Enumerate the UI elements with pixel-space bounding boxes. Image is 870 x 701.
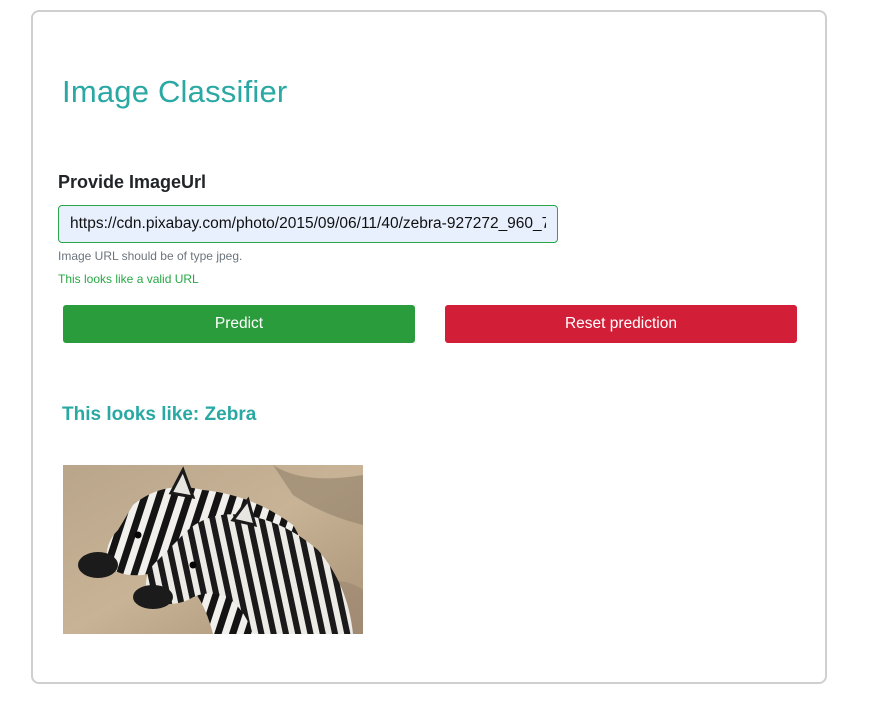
page-title: Image Classifier bbox=[62, 74, 288, 109]
zebra-image bbox=[63, 465, 363, 634]
image-url-help-text: Image URL should be of type jpeg. bbox=[58, 249, 243, 263]
image-url-input[interactable] bbox=[58, 205, 558, 243]
url-valid-feedback: This looks like a valid URL bbox=[58, 272, 199, 286]
prediction-result: This looks like: Zebra bbox=[62, 404, 257, 425]
image-url-label: Provide ImageUrl bbox=[58, 172, 207, 192]
reset-prediction-button[interactable]: Reset prediction bbox=[445, 305, 797, 343]
predict-button[interactable]: Predict bbox=[63, 305, 415, 343]
